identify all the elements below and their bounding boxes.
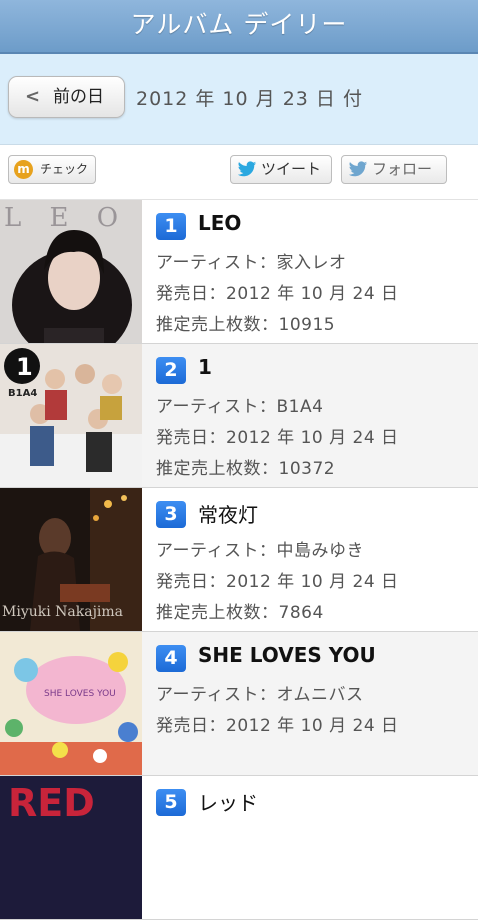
album-cover-text: Miyuki Nakajima (2, 604, 123, 620)
rank-badge: 5 (156, 789, 186, 816)
rank-badge: 3 (156, 501, 186, 528)
album-row-3[interactable]: Miyuki Nakajima 3 常夜灯 アーティスト：中島みゆき 発売日：2… (0, 488, 478, 632)
tweet-label: ツイート (261, 160, 322, 178)
chevron-left-icon: < (25, 86, 41, 107)
rank-badge: 4 (156, 645, 186, 672)
page-title: アルバム デイリー (0, 0, 478, 54)
album-cover-image: 1 B1A4 (0, 344, 142, 487)
twitter-bird-icon (348, 161, 368, 177)
check-label: チェック (40, 162, 89, 176)
album-artist: アーティスト：中島みゆき (156, 541, 364, 561)
album-title: レッド (198, 791, 258, 815)
previous-day-button[interactable]: < 前の日 (8, 76, 125, 118)
album-cover-image: RED (0, 776, 142, 919)
social-bar: m チェック ツイート フォロー (0, 145, 478, 200)
date-bar: < 前の日 2012 年 10 月 23 日 付 (0, 54, 478, 145)
album-title: SHE LOVES YOU (198, 643, 376, 667)
rank-badge: 2 (156, 357, 186, 384)
album-release-date: 発売日：2012 年 10 月 24 日 (156, 716, 399, 736)
album-cover-text: RED (8, 781, 95, 825)
mixi-icon: m (14, 160, 33, 179)
album-row-1[interactable]: L E O 1 LEO アーティスト：家入レオ 発売日：2012 年 10 月 … (0, 200, 478, 344)
album-sales: 推定売上枚数：7864 (156, 603, 324, 623)
album-row-5[interactable]: RED 5 レッド (0, 776, 478, 920)
album-sales: 推定売上枚数：10372 (156, 459, 336, 479)
album-row-4[interactable]: SHE LOVES YOU 4 SHE LOVES YOU アーティスト：オムニ… (0, 632, 478, 776)
album-artist: アーティスト：オムニバス (156, 685, 364, 705)
previous-day-label: 前の日 (53, 87, 104, 107)
album-cover-text: SHE LOVES YOU (44, 689, 116, 699)
svg-text:1: 1 (16, 353, 33, 381)
album-title: LEO (198, 211, 242, 235)
ranking-date: 2012 年 10 月 23 日 付 (136, 88, 363, 110)
tweet-button[interactable]: ツイート (230, 155, 332, 184)
album-release-date: 発売日：2012 年 10 月 24 日 (156, 572, 399, 592)
follow-label: フォロー (372, 160, 433, 178)
album-row-2[interactable]: 1 B1A4 2 1 アーティスト：B1A4 発売日：2012 年 10 月 2… (0, 344, 478, 488)
album-cover-image: Miyuki Nakajima (0, 488, 142, 631)
album-cover-text: L E O (4, 203, 128, 233)
album-sales: 推定売上枚数：10915 (156, 315, 336, 335)
rank-badge: 1 (156, 213, 186, 240)
album-ranking-list: L E O 1 LEO アーティスト：家入レオ 発売日：2012 年 10 月 … (0, 200, 478, 920)
album-artist: アーティスト：B1A4 (156, 397, 324, 417)
album-release-date: 発売日：2012 年 10 月 24 日 (156, 284, 399, 304)
follow-button[interactable]: フォロー (341, 155, 447, 184)
mixi-check-button[interactable]: m チェック (8, 155, 96, 184)
album-title: 1 (198, 355, 212, 379)
album-cover-image: SHE LOVES YOU (0, 632, 142, 775)
album-artist: アーティスト：家入レオ (156, 253, 347, 273)
album-cover-text: B1A4 (8, 388, 37, 399)
album-title: 常夜灯 (198, 503, 258, 527)
twitter-bird-icon (237, 161, 257, 177)
album-release-date: 発売日：2012 年 10 月 24 日 (156, 428, 399, 448)
album-cover-image: L E O (0, 200, 142, 343)
